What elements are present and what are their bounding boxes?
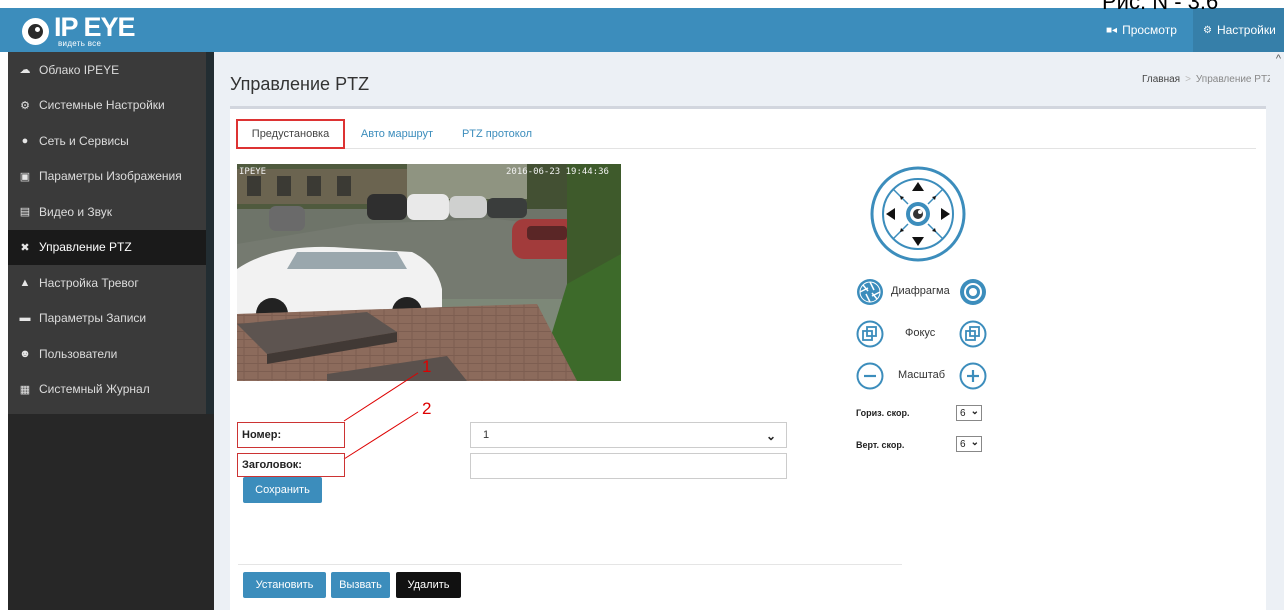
ptz-direction-pad[interactable] (870, 166, 966, 262)
preset-number-value: 1 (483, 429, 490, 441)
preset-title-input[interactable] (470, 453, 787, 479)
users-icon: ☻ (19, 347, 31, 360)
annotation-marker-2: 2 (422, 399, 432, 418)
top-header: IP EYE видеть все ■◂ Просмотр ⚙ Настройк… (0, 8, 1284, 52)
sidebar-item-ptz[interactable]: ✖ Управление PTZ (8, 229, 206, 265)
set-preset-button[interactable]: Установить (243, 572, 326, 598)
cloud-icon: ☁ (19, 64, 31, 77)
iris-open-icon[interactable] (959, 278, 987, 306)
logo[interactable]: IP EYE видеть все (0, 8, 206, 52)
sidebar-item-label: Параметры Записи (39, 311, 147, 326)
content-area: Управление PTZ Главная > Управление PTZ ^ … (214, 52, 1284, 610)
preset-number-select[interactable]: 1 ⌄ (470, 422, 787, 448)
chevron-down-icon: ⌄ (970, 406, 979, 417)
sidebar-item-label: Пользователи (39, 346, 118, 361)
warning-icon: ▲ (19, 276, 31, 289)
page-title: Управление PTZ (230, 74, 370, 94)
sidebar-item-network[interactable]: ● Сеть и Сервисы (8, 123, 206, 159)
eye-logo-icon (22, 18, 49, 45)
sidebar-item-label: Сеть и Сервисы (39, 133, 129, 148)
sidebar-item-alarms[interactable]: ▲ Настройка Тревог (8, 265, 206, 301)
sidebar-item-users[interactable]: ☻ Пользователи (8, 336, 206, 372)
sidebar-item-image-params[interactable]: ▣ Параметры Изображения (8, 159, 206, 195)
chevron-down-icon: ⌄ (765, 429, 776, 443)
ptz-panel: Предустановка Авто маршрут PTZ протокол (230, 106, 1266, 610)
breadcrumb-separator: > (1185, 74, 1191, 85)
hdd-icon: ▬ (19, 312, 31, 325)
sidebar-menu: ☁ Облако IPEYE ⚙ Системные Настройки ● С… (8, 52, 206, 414)
logo-title: IP EYE (54, 12, 136, 42)
annotation-marker-1: 1 (422, 357, 432, 376)
breadcrumb-current: Управление PTZ (1195, 74, 1274, 85)
log-file-icon: ▦ (19, 383, 31, 396)
breadcrumb-home[interactable]: Главная (1142, 74, 1180, 85)
scroll-up-icon[interactable]: ^ (1276, 53, 1281, 65)
tilt-speed-select[interactable]: 6 ⌄ (956, 436, 982, 452)
zoom-in-icon[interactable] (959, 362, 987, 390)
figure-caption: Рис. N - 3.6 (1102, 0, 1219, 14)
sidebar-item-label: Настройка Тревог (39, 275, 139, 290)
image-icon: ▣ (19, 170, 31, 183)
scrollbar[interactable]: ^ (1270, 52, 1284, 610)
sidebar-item-cloud[interactable]: ☁ Облако IPEYE (8, 52, 206, 88)
video-camera-icon: ■◂ (1106, 24, 1118, 36)
gears-icon: ⚙ (20, 99, 30, 112)
focus-far-icon[interactable] (959, 320, 987, 348)
sidebar-item-label: Видео и Звук (39, 204, 113, 219)
number-label: Номер: (237, 422, 345, 448)
pan-speed-select[interactable]: 6 ⌄ (956, 405, 982, 421)
sidebar-item-video-audio[interactable]: ▤ Видео и Звук (8, 194, 206, 230)
gears-icon: ⚙ (1203, 24, 1212, 36)
app-root: IP EYE видеть все ■◂ Просмотр ⚙ Настройк… (0, 0, 1284, 610)
tilt-speed-value: 6 (960, 438, 966, 450)
sidebar-item-label: Управление PTZ (39, 240, 132, 255)
logo-subtitle: видеть все (58, 39, 102, 48)
zoom-out-icon[interactable] (856, 362, 884, 390)
title-label: Заголовок: (237, 453, 345, 477)
tilt-speed-label: Верт. скор. (856, 440, 905, 450)
save-button[interactable]: Сохранить (243, 477, 322, 503)
sidebar: ☁ Облако IPEYE ⚙ Системные Настройки ● С… (8, 52, 214, 610)
iris-label: Диафрагма (891, 285, 950, 297)
chevron-down-icon: ⌄ (970, 437, 979, 448)
sidebar-empty-area (8, 414, 214, 610)
arrows-icon: ✖ (20, 241, 30, 254)
pan-speed-label: Гориз. скор. (856, 408, 910, 418)
sidebar-item-recording[interactable]: ▬ Параметры Записи (8, 301, 206, 337)
delete-preset-button[interactable]: Удалить (396, 572, 461, 598)
breadcrumb: Главная > Управление PTZ (1142, 74, 1273, 85)
sidebar-item-label: Системные Настройки (39, 98, 165, 113)
iris-close-icon[interactable] (856, 278, 884, 306)
sidebar-item-label: Облако IPEYE (39, 62, 120, 77)
focus-near-icon[interactable] (856, 320, 884, 348)
nav-settings-label: Настройки (1216, 23, 1276, 37)
divider (238, 564, 902, 565)
pan-speed-value: 6 (960, 407, 966, 419)
file-icon: ▤ (19, 206, 31, 219)
sidebar-item-label: Системный Журнал (39, 382, 150, 397)
globe-icon: ● (21, 134, 29, 147)
call-preset-button[interactable]: Вызвать (331, 572, 390, 598)
nav-view-label: Просмотр (1122, 23, 1177, 37)
focus-label: Фокус (905, 327, 936, 339)
zoom-label: Масштаб (898, 369, 946, 381)
sidebar-item-label: Параметры Изображения (39, 169, 182, 184)
sidebar-item-system-settings[interactable]: ⚙ Системные Настройки (8, 88, 206, 124)
sidebar-item-system-log[interactable]: ▦ Системный Журнал (8, 372, 206, 408)
